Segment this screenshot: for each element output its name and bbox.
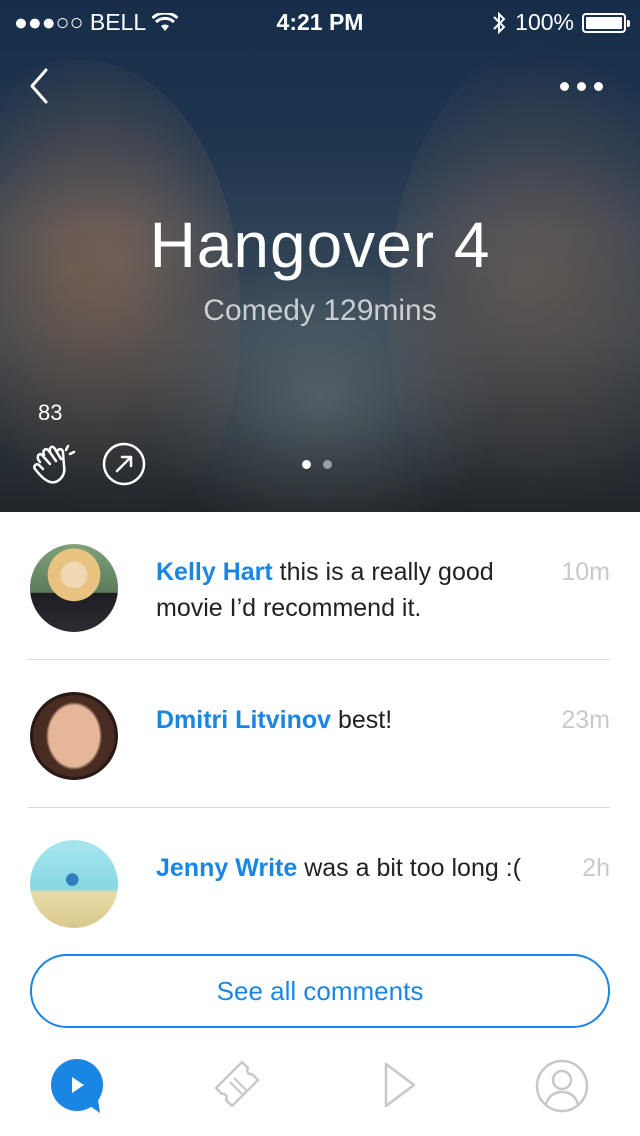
share-arrow-icon xyxy=(102,442,146,486)
more-button[interactable] xyxy=(560,76,610,96)
see-all-comments-button[interactable]: See all comments xyxy=(30,954,610,1028)
share-button[interactable] xyxy=(102,442,146,486)
status-bar: ●●●○○ BELL 4:21 PM 100% xyxy=(0,0,640,40)
page-dot xyxy=(323,460,332,469)
tab-trailers[interactable] xyxy=(372,1058,428,1114)
avatar[interactable] xyxy=(30,840,118,928)
clap-button[interactable] xyxy=(30,442,78,486)
tab-tickets[interactable] xyxy=(212,1058,268,1114)
profile-icon xyxy=(535,1059,589,1113)
back-button[interactable] xyxy=(24,64,64,108)
comment-author[interactable]: Dmitri Litvinov xyxy=(156,706,331,734)
page-dot-active xyxy=(302,460,311,469)
clap-hands-icon xyxy=(33,444,76,484)
comment-time: 2h xyxy=(582,854,610,882)
chevron-left-icon xyxy=(30,68,48,104)
play-triangle-icon xyxy=(384,1062,416,1108)
comment-author[interactable]: Jenny Write xyxy=(156,854,297,882)
page-indicator xyxy=(302,460,332,469)
play-circle-icon xyxy=(51,1059,103,1113)
ellipsis-icon xyxy=(560,81,569,91)
comment-item[interactable]: Kelly Hart this is a really good movie I… xyxy=(28,512,610,660)
bluetooth-icon xyxy=(493,11,506,34)
tab-bar xyxy=(0,1046,640,1136)
avatar[interactable] xyxy=(30,692,118,780)
battery-icon xyxy=(582,12,630,33)
comment-body: best! xyxy=(331,706,393,734)
tab-profile[interactable] xyxy=(534,1058,590,1114)
comment-body: was a bit too long :( xyxy=(297,854,521,882)
comment-item[interactable]: Dmitri Litvinov best! 23m xyxy=(28,660,610,808)
comment-item[interactable]: Jenny Write was a bit too long :( 2h xyxy=(28,808,610,956)
comment-time: 23m xyxy=(561,706,610,734)
comment-time: 10m xyxy=(561,558,610,586)
tab-now-playing[interactable] xyxy=(50,1058,106,1114)
avatar[interactable] xyxy=(30,544,118,632)
movie-hero: ●●●○○ BELL 4:21 PM 100% Hangover 4 Comed… xyxy=(0,0,640,512)
battery-percent: 100% xyxy=(515,9,574,35)
likes-count: 83 xyxy=(38,400,63,425)
ticket-icon xyxy=(214,1060,260,1108)
comment-author[interactable]: Kelly Hart xyxy=(156,558,273,586)
movie-title: Hangover 4 xyxy=(149,209,491,281)
movie-subtitle: Comedy 129mins xyxy=(203,294,437,327)
